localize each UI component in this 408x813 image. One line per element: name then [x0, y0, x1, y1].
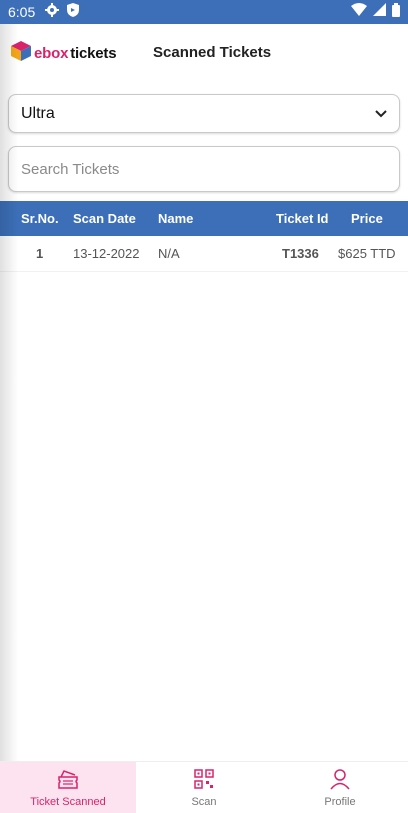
wifi-icon — [351, 3, 367, 21]
column-header-scan-date: Scan Date — [73, 211, 136, 226]
nav-profile[interactable]: Profile — [272, 762, 408, 813]
app-logo: ebox tickets — [10, 40, 117, 67]
column-header-ticket-id: Ticket Id — [276, 211, 329, 226]
page-title: Scanned Tickets — [153, 44, 272, 61]
settings-gear-icon — [45, 2, 60, 22]
column-header-name: Name — [158, 211, 194, 226]
shield-notification-icon — [67, 2, 80, 22]
search-container — [8, 146, 400, 192]
table-header: Sr.No. Scan Date Name Ticket Id Price — [0, 201, 408, 236]
status-time: 6:05 — [8, 4, 36, 20]
nav-scan[interactable]: Scan — [136, 762, 272, 813]
column-header-sr-no: Sr.No. — [21, 211, 59, 226]
event-dropdown[interactable]: Ultra — [8, 94, 400, 133]
table-row[interactable]: 1 13-12-2022 N/A T1336 $625 TTD — [0, 236, 408, 272]
cell-price: $625 TTD — [338, 246, 396, 261]
logo-cube-icon — [10, 40, 32, 67]
drawer-edge-shadow — [0, 24, 18, 761]
cell-sr-no: 1 — [36, 246, 44, 261]
chevron-down-icon — [375, 105, 387, 123]
battery-icon — [392, 2, 400, 22]
nav-scan-label: Scan — [191, 796, 217, 808]
nav-profile-label: Profile — [324, 796, 356, 808]
app-header: ebox tickets Scanned Tickets — [0, 24, 408, 82]
logo-text-tickets: tickets — [70, 45, 117, 62]
nav-ticket-scanned-label: Ticket Scanned — [30, 796, 106, 808]
ticket-icon — [56, 768, 80, 796]
cell-name: N/A — [158, 246, 180, 261]
cell-scan-date: 13-12-2022 — [73, 246, 140, 261]
event-dropdown-value: Ultra — [21, 104, 55, 122]
person-icon — [329, 768, 351, 796]
status-bar: 6:05 — [0, 0, 408, 24]
column-header-price: Price — [351, 211, 383, 226]
bottom-navigation: Ticket Scanned Scan Profile — [0, 761, 408, 813]
logo-text-ebox: ebox — [34, 45, 69, 62]
nav-ticket-scanned[interactable]: Ticket Scanned — [0, 762, 136, 813]
search-input[interactable] — [21, 160, 387, 178]
qr-code-icon — [193, 768, 215, 796]
cell-ticket-id: T1336 — [282, 246, 319, 261]
signal-icon — [373, 3, 386, 21]
